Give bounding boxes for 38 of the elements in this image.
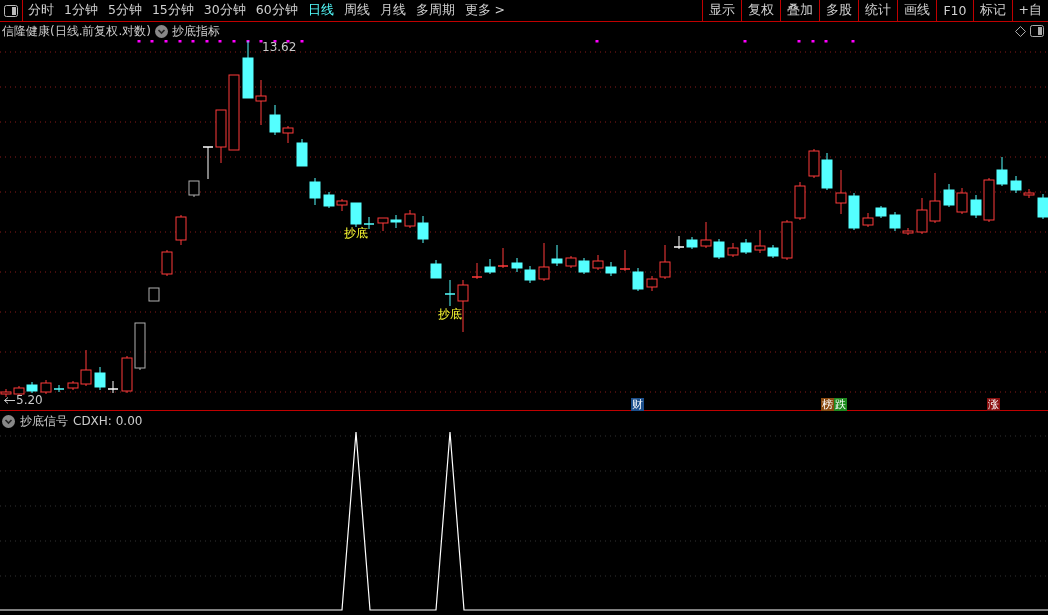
- toolbar-button[interactable]: F10: [936, 0, 973, 21]
- toolbar-button[interactable]: 复权: [741, 0, 781, 21]
- chart-title: 信隆健康(日线.前复权.对数): [2, 22, 151, 40]
- low-price-label: 5.20: [16, 393, 43, 407]
- toolbar-button[interactable]: +自: [1011, 0, 1048, 21]
- indicator-name: 抄底指标: [172, 22, 220, 40]
- diamond-icon[interactable]: [1015, 25, 1026, 37]
- period-tab[interactable]: 更多 >: [459, 2, 511, 19]
- period-tab[interactable]: 多周期: [410, 2, 460, 19]
- panel-toggle-icon[interactable]: [4, 4, 18, 17]
- period-tab[interactable]: 周线: [338, 2, 375, 19]
- indicator-value: CDXH: 0.00: [73, 414, 143, 428]
- period-tab[interactable]: 15分钟: [146, 2, 199, 19]
- toolbar-button[interactable]: 多股: [819, 0, 859, 21]
- toolbar-button[interactable]: 显示: [702, 0, 742, 21]
- period-tab[interactable]: 1分钟: [59, 2, 103, 19]
- period-tab[interactable]: 日线: [302, 2, 339, 19]
- signal-label: 抄底: [344, 226, 368, 240]
- period-tab[interactable]: 30分钟: [198, 2, 251, 19]
- period-tab[interactable]: 月线: [374, 2, 411, 19]
- indicator-name: 抄底信号: [20, 412, 68, 430]
- period-tab[interactable]: 5分钟: [102, 2, 147, 19]
- toolbar-button[interactable]: 统计: [858, 0, 898, 21]
- event-badge[interactable]: 榜: [821, 398, 834, 411]
- period-tab[interactable]: 分时: [23, 2, 59, 19]
- panel-toggle-icon[interactable]: [1030, 25, 1044, 37]
- high-price-label: 13.62: [262, 40, 297, 54]
- period-tab[interactable]: 60分钟: [250, 2, 303, 19]
- signal-label: 抄底: [438, 307, 462, 321]
- toolbar-button[interactable]: 画线: [897, 0, 937, 21]
- collapse-icon[interactable]: [155, 24, 168, 38]
- toolbar-button[interactable]: 叠加: [780, 0, 820, 21]
- arrow-left-icon: [4, 396, 15, 404]
- toolbar-button[interactable]: 标记: [972, 0, 1012, 21]
- event-badge[interactable]: 财: [631, 398, 644, 411]
- event-badge[interactable]: 涨: [987, 398, 1000, 411]
- collapse-icon[interactable]: [2, 414, 15, 428]
- event-badge[interactable]: 跌: [834, 398, 847, 411]
